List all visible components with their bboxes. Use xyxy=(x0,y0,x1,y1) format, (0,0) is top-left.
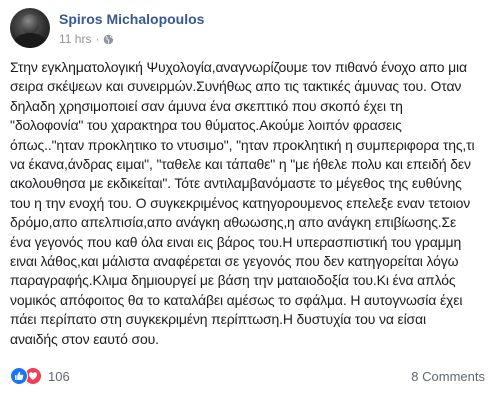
post-timestamp[interactable]: 11 hrs xyxy=(59,31,91,47)
comments-count-link[interactable]: 8 Comments xyxy=(411,369,485,384)
post-meta: Spiros Michalopoulos 11 hrs · xyxy=(59,11,204,47)
post-text: Στην εγκληματολογική Ψυχολογία,αναγνωρίζ… xyxy=(10,59,475,347)
avatar-head xyxy=(21,14,39,34)
facebook-post: Spiros Michalopoulos 11 hrs · Στην εγκλη… xyxy=(0,0,497,402)
like-icon xyxy=(10,367,28,385)
post-footer: 106 8 Comments xyxy=(10,364,485,388)
post-subline: 11 hrs · xyxy=(59,31,204,47)
avatar[interactable] xyxy=(10,8,50,48)
reaction-count[interactable]: 106 xyxy=(48,369,70,384)
author-name[interactable]: Spiros Michalopoulos xyxy=(59,11,204,28)
globe-icon[interactable] xyxy=(103,34,114,45)
reactions-summary[interactable]: 106 xyxy=(10,367,70,385)
separator-dot: · xyxy=(95,32,100,46)
post-header: Spiros Michalopoulos 11 hrs · xyxy=(10,8,204,52)
avatar-shoulders xyxy=(14,33,46,48)
